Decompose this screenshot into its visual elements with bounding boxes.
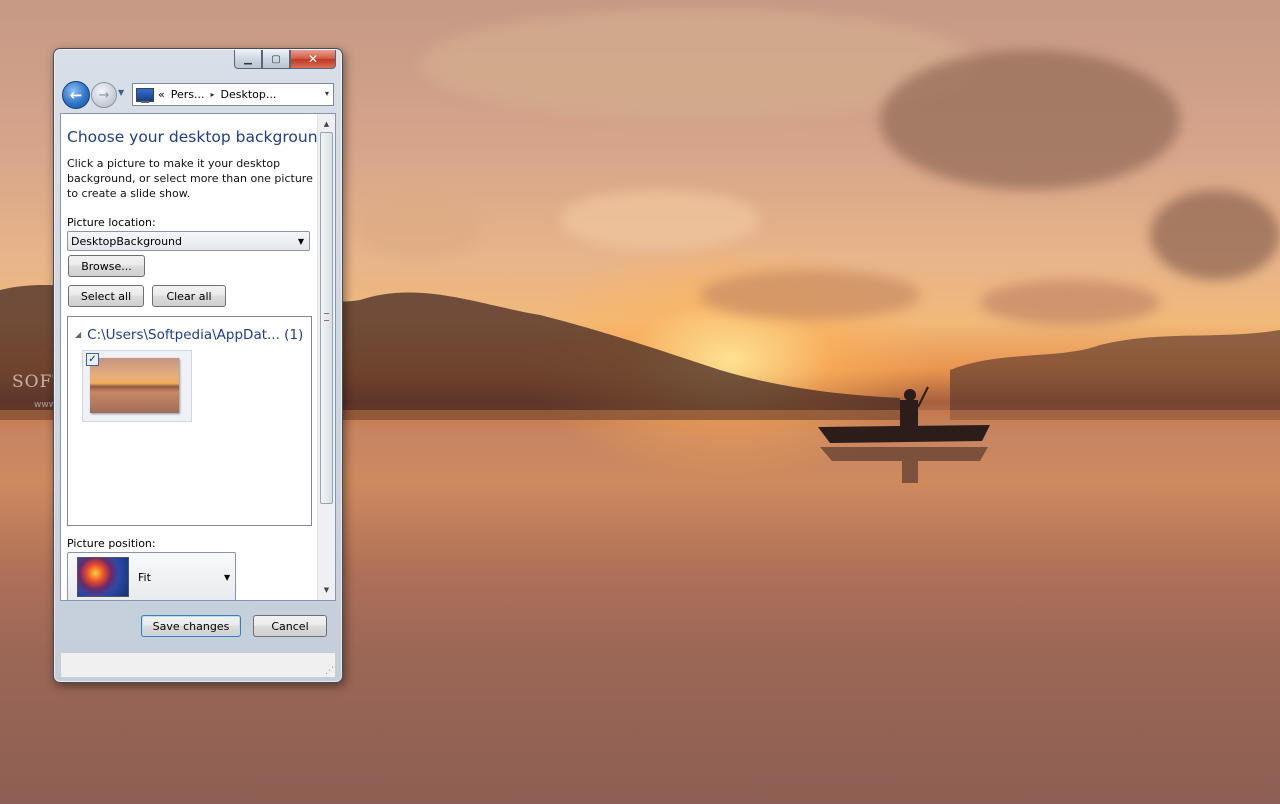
select-all-button[interactable]: Select all bbox=[68, 285, 144, 307]
close-button[interactable]: ✕ bbox=[290, 50, 336, 69]
clear-all-button[interactable]: Clear all bbox=[152, 285, 226, 307]
cancel-button[interactable]: Cancel bbox=[253, 615, 327, 637]
fisherman-boat-silhouette bbox=[818, 386, 990, 483]
desktop-background-window: ▁ ▢ ✕ ← → ▼ « Pers... ▸ Desktop... ▾ Cho… bbox=[53, 48, 343, 683]
picture-location-value: DesktopBackground bbox=[71, 234, 182, 248]
picture-position-value: Fit bbox=[138, 571, 151, 584]
breadcrumb-separator-icon[interactable]: ▸ bbox=[211, 90, 215, 99]
browse-button[interactable]: Browse... bbox=[68, 255, 145, 277]
wallpaper-thumbnail-image bbox=[90, 358, 179, 413]
navigation-bar: ← → ▼ « Pers... ▸ Desktop... ▾ bbox=[60, 79, 336, 109]
picture-location-label: Picture location: bbox=[67, 216, 156, 229]
chevron-down-icon: ▼ bbox=[297, 237, 304, 246]
forward-button[interactable]: → bbox=[91, 82, 117, 108]
position-preview-image bbox=[77, 557, 129, 597]
maximize-button[interactable]: ▢ bbox=[262, 50, 290, 69]
caption-buttons: ▁ ▢ ✕ bbox=[234, 50, 336, 69]
cloud bbox=[560, 190, 760, 250]
cloud bbox=[1150, 190, 1280, 280]
content-pane: Choose your desktop background Click a p… bbox=[60, 113, 336, 601]
minimize-icon: ▁ bbox=[244, 53, 252, 65]
chevron-down-icon: ▼ bbox=[224, 573, 231, 582]
scrollbar-thumb[interactable] bbox=[320, 132, 333, 504]
wallpaper-thumbnail[interactable]: ✓ bbox=[82, 350, 192, 422]
save-changes-button[interactable]: Save changes bbox=[141, 615, 241, 637]
breadcrumb-personalization[interactable]: Pers... bbox=[171, 88, 205, 101]
maximize-icon: ▢ bbox=[271, 53, 281, 65]
gallery-group-header[interactable]: ◢ C:\Users\Softpedia\AppDat... (1) bbox=[75, 327, 303, 343]
recent-pages-dropdown-icon: ▼ bbox=[118, 88, 125, 97]
vertical-scrollbar[interactable]: ▲ ▼ bbox=[317, 114, 335, 600]
breadcrumb-desktop-background[interactable]: Desktop... bbox=[221, 88, 277, 101]
recent-pages-dropdown[interactable]: ▼ bbox=[118, 88, 124, 97]
control-panel-icon bbox=[136, 87, 154, 103]
picture-gallery: ◢ C:\Users\Softpedia\AppDat... (1) ✓ bbox=[67, 316, 312, 526]
back-arrow-icon: ← bbox=[69, 86, 83, 104]
scrollbar-grip-icon bbox=[324, 313, 329, 321]
close-icon: ✕ bbox=[307, 52, 319, 66]
page-description: Click a picture to make it your desktop … bbox=[67, 157, 313, 200]
forward-arrow-icon: → bbox=[98, 87, 110, 103]
status-bar: ⋰ bbox=[60, 652, 336, 678]
picture-position-label: Picture position: bbox=[67, 537, 156, 550]
back-button[interactable]: ← bbox=[62, 81, 90, 109]
scroll-up-icon[interactable]: ▲ bbox=[318, 116, 335, 132]
minimize-button[interactable]: ▁ bbox=[234, 50, 262, 69]
cloud bbox=[360, 200, 480, 260]
cloud bbox=[880, 50, 1180, 190]
address-dropdown-icon[interactable]: ▾ bbox=[325, 89, 329, 98]
gallery-group-title: C:\Users\Softpedia\AppDat... (1) bbox=[87, 327, 304, 343]
page-title: Choose your desktop background bbox=[67, 128, 328, 146]
picture-location-select[interactable]: DesktopBackground ▼ bbox=[67, 231, 310, 251]
thumbnail-checkbox[interactable]: ✓ bbox=[86, 353, 99, 366]
resize-grip-icon[interactable]: ⋰ bbox=[325, 666, 334, 676]
address-overflow-chevron[interactable]: « bbox=[158, 88, 165, 101]
collapse-triangle-icon[interactable]: ◢ bbox=[75, 330, 81, 339]
scroll-down-icon[interactable]: ▼ bbox=[318, 582, 335, 598]
address-bar[interactable]: « Pers... ▸ Desktop... ▾ bbox=[132, 83, 334, 106]
picture-position-select[interactable]: Fit ▼ bbox=[67, 552, 236, 600]
